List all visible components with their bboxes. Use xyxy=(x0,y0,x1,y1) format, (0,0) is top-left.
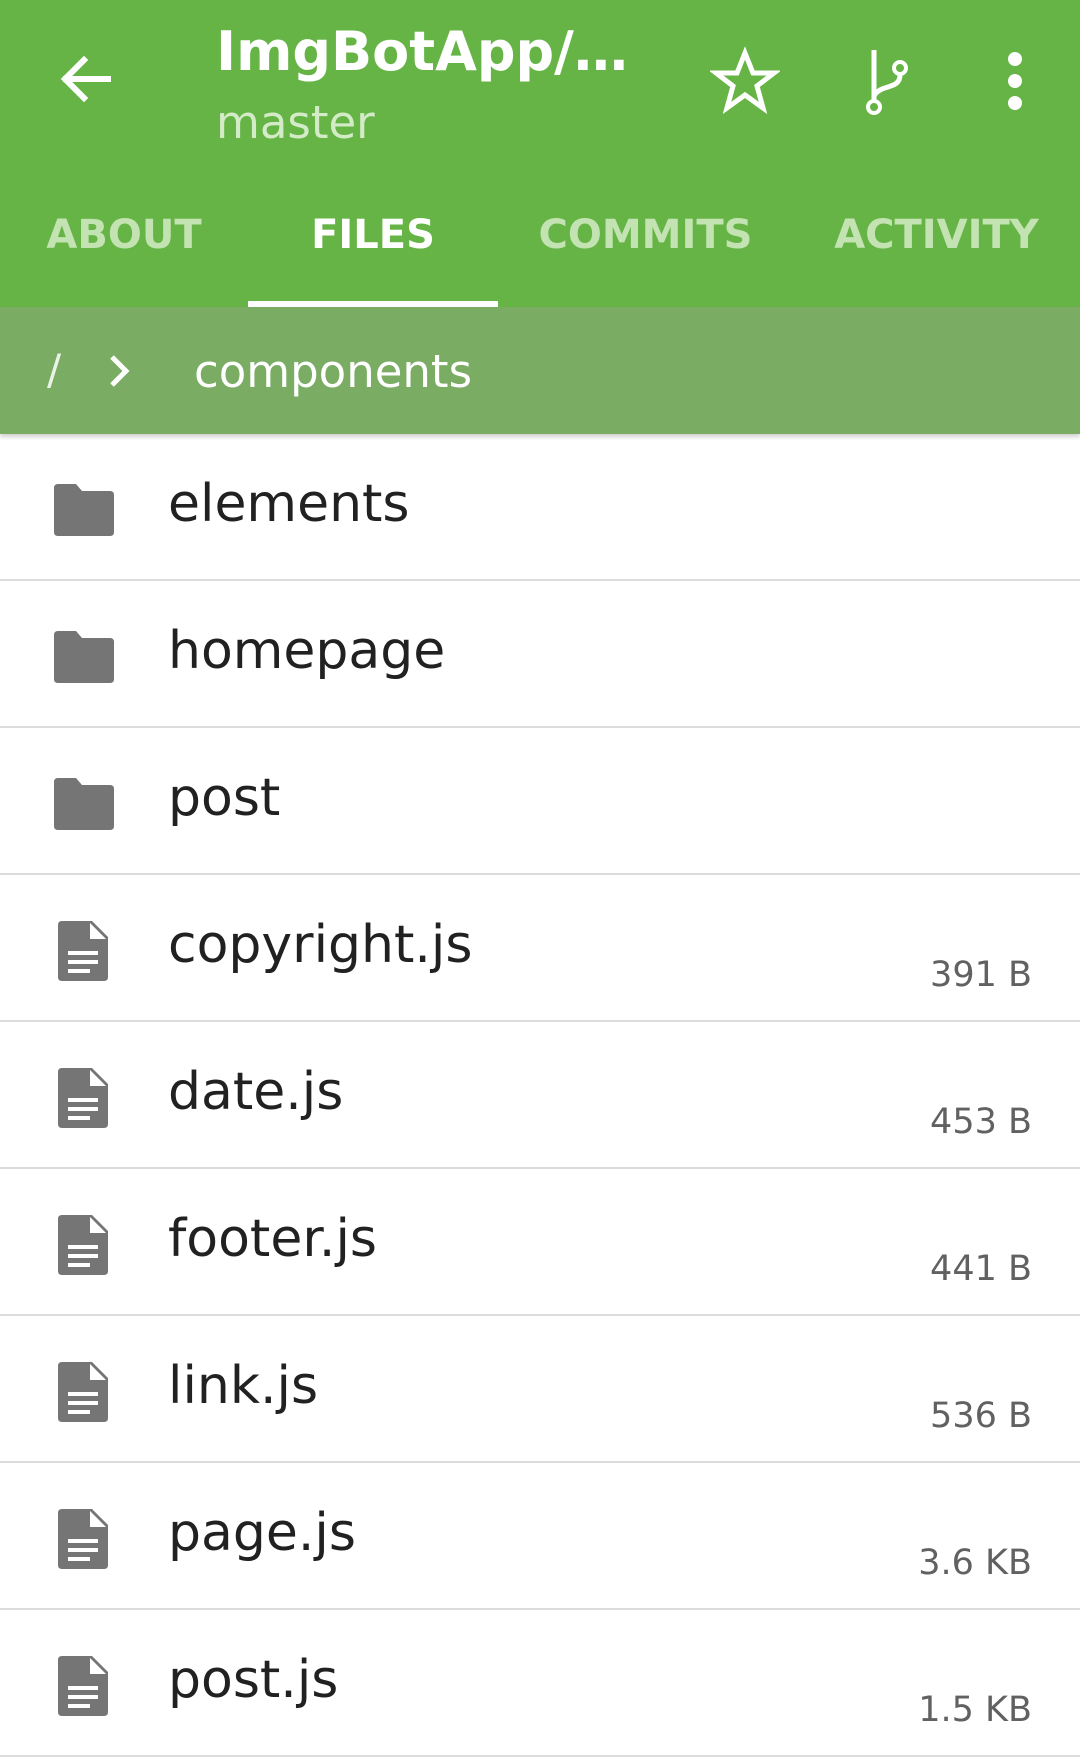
item-name: footer.js xyxy=(168,1209,377,1269)
list-item[interactable]: copyright.js 391 B xyxy=(0,875,1080,1022)
item-name: link.js xyxy=(168,1356,319,1416)
list-item[interactable]: page.js 3.6 KB xyxy=(0,1463,1080,1610)
list-item[interactable]: elements xyxy=(0,434,1080,581)
chevron-right-icon xyxy=(110,355,130,387)
file-size: 1.5 KB xyxy=(918,1690,1032,1730)
file-size: 391 B xyxy=(930,955,1032,995)
tab-about[interactable]: ABOUT xyxy=(0,190,248,307)
git-branch-icon[interactable] xyxy=(852,44,922,118)
file-size: 453 B xyxy=(930,1102,1032,1142)
list-item[interactable]: homepage xyxy=(0,581,1080,728)
star-icon[interactable] xyxy=(710,46,780,116)
repo-title: ImgBotApp/m… xyxy=(216,20,656,83)
list-item[interactable]: date.js 453 B xyxy=(0,1022,1080,1169)
file-size: 536 B xyxy=(930,1396,1032,1436)
item-name: copyright.js xyxy=(168,915,473,975)
item-name: homepage xyxy=(168,621,446,681)
more-options-icon[interactable] xyxy=(990,46,1040,116)
folder-icon xyxy=(54,778,114,830)
file-document-icon xyxy=(58,921,108,981)
tab-files[interactable]: FILES xyxy=(248,190,498,307)
file-document-icon xyxy=(58,1509,108,1569)
list-item[interactable]: post xyxy=(0,728,1080,875)
file-document-icon xyxy=(58,1362,108,1422)
list-item[interactable]: link.js 536 B xyxy=(0,1316,1080,1463)
tab-commits[interactable]: COMMITS xyxy=(498,190,793,307)
item-name: date.js xyxy=(168,1062,344,1122)
folder-icon xyxy=(54,631,114,683)
item-name: elements xyxy=(168,474,410,534)
item-name: page.js xyxy=(168,1503,356,1563)
item-name: post xyxy=(168,768,281,828)
item-name: post.js xyxy=(168,1650,339,1710)
file-document-icon xyxy=(58,1215,108,1275)
file-size: 441 B xyxy=(930,1249,1032,1289)
app-bar: ImgBotApp/m… master ABOUT FILES COMMITS … xyxy=(0,0,1080,307)
breadcrumb-current[interactable]: components xyxy=(194,345,472,398)
branch-subtitle: master xyxy=(216,96,375,149)
list-item[interactable]: footer.js 441 B xyxy=(0,1169,1080,1316)
file-document-icon xyxy=(58,1656,108,1716)
tab-activity[interactable]: ACTIVITY xyxy=(793,190,1080,307)
file-list: elements homepage post copyright.js 391 … xyxy=(0,434,1080,1757)
file-document-icon xyxy=(58,1068,108,1128)
tab-bar: ABOUT FILES COMMITS ACTIVITY xyxy=(0,190,1080,307)
breadcrumb-root[interactable]: / xyxy=(47,345,61,394)
breadcrumb: / components xyxy=(0,307,1080,434)
folder-icon xyxy=(54,484,114,536)
file-size: 3.6 KB xyxy=(918,1543,1032,1583)
back-arrow-icon[interactable] xyxy=(50,44,120,114)
list-item[interactable]: post.js 1.5 KB xyxy=(0,1610,1080,1757)
